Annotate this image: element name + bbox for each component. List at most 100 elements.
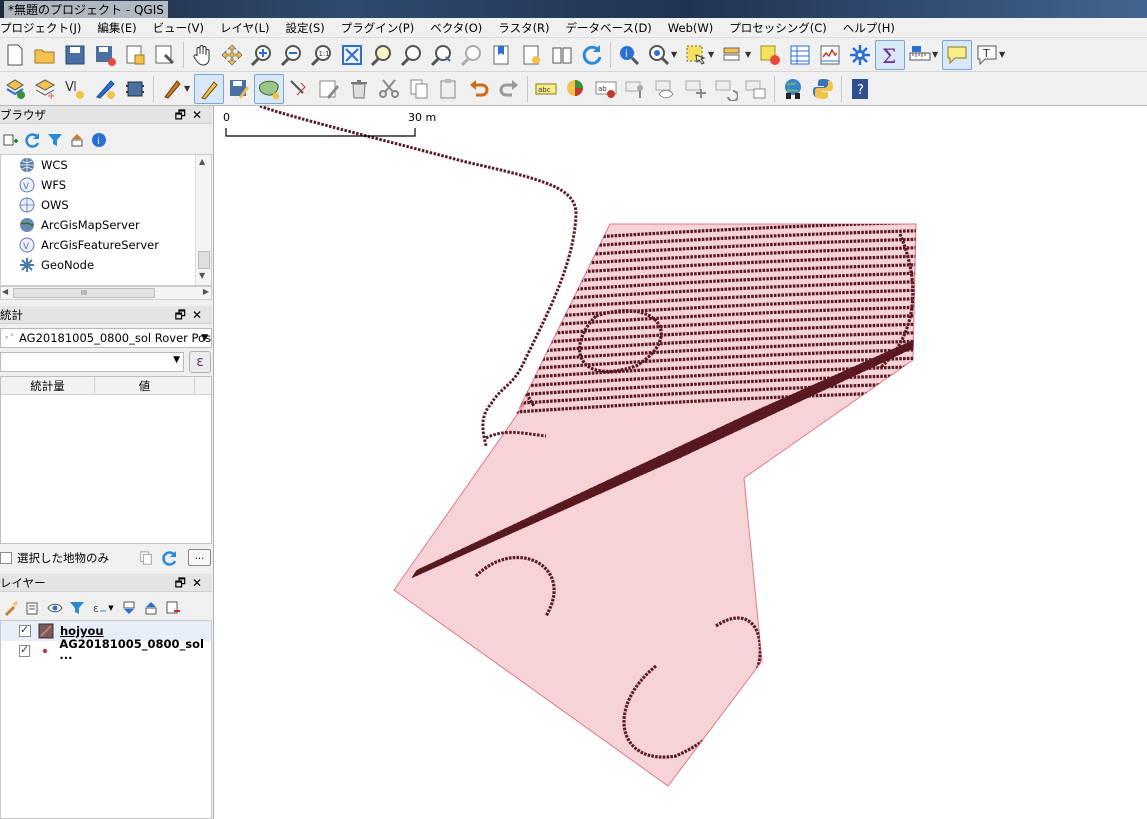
chevron-down-icon[interactable]: ▼	[201, 329, 208, 347]
zoom-native-icon[interactable]: 1:1	[307, 40, 337, 70]
filter-expression-icon[interactable]: ε ▼	[88, 597, 118, 619]
filter-legend-icon[interactable]	[66, 597, 88, 619]
collapse-all-icon[interactable]	[66, 129, 88, 151]
menu-settings[interactable]: 設定(S)	[278, 20, 333, 36]
undo-icon[interactable]	[464, 74, 494, 104]
list-item[interactable]: V WFS	[1, 175, 211, 195]
chevron-down-icon[interactable]: ▼	[999, 50, 1007, 59]
add-group-icon[interactable]	[22, 597, 44, 619]
menu-project[interactable]: プロジェクト(J)	[0, 20, 89, 36]
column-value[interactable]: 値	[95, 377, 195, 394]
new-project-icon[interactable]	[0, 40, 30, 70]
layout-manager-icon[interactable]	[150, 40, 180, 70]
field-calculator-icon[interactable]	[815, 40, 845, 70]
menu-edit[interactable]: 編集(E)	[89, 20, 144, 36]
help-icon[interactable]: ?	[845, 74, 875, 104]
chevron-down-icon[interactable]: ▼	[932, 50, 940, 59]
scroll-right-icon[interactable]: ▶	[203, 287, 209, 296]
chevron-down-icon[interactable]: ▼	[184, 84, 192, 93]
paste-features-icon[interactable]	[434, 74, 464, 104]
save-project-icon[interactable]	[60, 40, 90, 70]
float-panel-icon[interactable]: 🗗	[175, 308, 192, 322]
add-delimited-text-icon[interactable]: V	[60, 74, 90, 104]
add-selected-layers-icon[interactable]	[0, 129, 22, 151]
zoom-out-icon[interactable]	[277, 40, 307, 70]
pan-hand-icon[interactable]	[187, 40, 217, 70]
highlight-pinned-labels-icon[interactable]: ab	[591, 74, 621, 104]
identify-icon[interactable]: i	[614, 40, 644, 70]
menu-web[interactable]: Web(W)	[660, 21, 721, 35]
copy-icon[interactable]	[136, 549, 156, 567]
menu-processing[interactable]: プロセッシング(C)	[721, 20, 835, 36]
refresh-icon[interactable]	[577, 40, 607, 70]
change-label-icon[interactable]	[741, 74, 771, 104]
show-bookmarks-icon[interactable]	[517, 40, 547, 70]
expression-button[interactable]: ε	[189, 351, 211, 373]
text-annotation-icon[interactable]: T	[972, 40, 1002, 70]
cut-features-icon[interactable]	[374, 74, 404, 104]
remove-layer-icon[interactable]	[162, 597, 184, 619]
redo-icon[interactable]	[494, 74, 524, 104]
menu-view[interactable]: ビュー(V)	[145, 20, 212, 36]
statistics-sigma-icon[interactable]: Σ	[875, 39, 905, 70]
filter-icon[interactable]	[44, 129, 66, 151]
float-panel-icon[interactable]: 🗗	[175, 108, 192, 122]
scroll-down-icon[interactable]: ▼	[199, 271, 205, 280]
attribute-table-icon[interactable]	[785, 40, 815, 70]
layer-row-ag20181005[interactable]: AG20181005_0800_sol ···	[1, 637, 211, 665]
menu-help[interactable]: ヘルプ(H)	[835, 20, 903, 36]
float-panel-icon[interactable]: 🗗	[175, 576, 192, 590]
toolbox-gear-icon[interactable]	[845, 40, 875, 70]
browser-vertical-scrollbar[interactable]: ▲ ▼	[195, 155, 211, 285]
copy-features-icon[interactable]	[404, 74, 434, 104]
close-panel-icon[interactable]: ✕	[192, 308, 208, 322]
pan-to-selection-icon[interactable]	[217, 40, 247, 70]
label-toolbar-icon[interactable]: abc	[531, 74, 561, 104]
add-vector-layer-icon[interactable]: +	[30, 74, 60, 104]
list-item[interactable]: WCS	[1, 155, 211, 175]
more-options-button[interactable]: ...	[188, 549, 211, 566]
refresh-icon[interactable]	[22, 129, 44, 151]
select-features-icon[interactable]	[681, 40, 711, 70]
menu-raster[interactable]: ラスタ(R)	[490, 20, 557, 36]
collapse-all-icon[interactable]	[140, 597, 162, 619]
layer-tree[interactable]: hojyou AG20181005_0800_sol ···	[0, 620, 212, 819]
layer-visibility-checkbox[interactable]	[19, 643, 31, 657]
deselect-all-icon[interactable]	[755, 40, 785, 70]
open-project-icon[interactable]	[30, 40, 60, 70]
delete-selected-icon[interactable]	[344, 74, 374, 104]
pin-labels-icon[interactable]	[621, 74, 651, 104]
layer-visibility-checkbox[interactable]	[19, 623, 31, 637]
list-item[interactable]: GeoNode	[1, 255, 211, 275]
select-by-value-icon[interactable]	[718, 40, 748, 70]
scroll-thumb[interactable]	[198, 251, 210, 269]
statistics-field-select[interactable]: ▼	[0, 352, 184, 372]
statistics-layer-select[interactable]: ∘° AG20181005_0800_sol Rover Positi ▼	[0, 328, 212, 348]
list-item[interactable]: V ArcGisFeatureServer	[1, 235, 211, 255]
scroll-up-icon[interactable]: ▲	[199, 157, 205, 166]
map-tips-icon[interactable]	[942, 39, 972, 70]
scroll-left-icon[interactable]: ◀	[2, 287, 8, 296]
add-polygon-icon[interactable]	[254, 73, 284, 104]
close-panel-icon[interactable]: ✕	[192, 576, 208, 590]
zoom-full-icon[interactable]	[337, 40, 367, 70]
diagram-options-icon[interactable]	[561, 74, 591, 104]
map-canvas[interactable]: 0 30 m	[216, 106, 1147, 819]
digitize-icon[interactable]	[90, 74, 120, 104]
chevron-down-icon[interactable]: ▼	[708, 50, 716, 59]
menu-plugins[interactable]: プラグイン(P)	[333, 20, 422, 36]
python-console-icon[interactable]	[808, 74, 838, 104]
new-print-layout-icon[interactable]	[120, 40, 150, 70]
zoom-last-icon[interactable]	[427, 40, 457, 70]
zoom-to-layer-icon[interactable]	[397, 40, 427, 70]
current-edits-icon[interactable]	[157, 74, 187, 104]
properties-info-icon[interactable]: i	[88, 129, 110, 151]
bookmark-book-icon[interactable]	[547, 40, 577, 70]
move-label-icon[interactable]	[681, 74, 711, 104]
menu-database[interactable]: データベース(D)	[558, 20, 660, 36]
toggle-editing-pencil-icon[interactable]	[194, 73, 224, 104]
browser-horizontal-scrollbar[interactable]: ◀ III ▶	[0, 286, 212, 300]
menu-vector[interactable]: ベクタ(O)	[422, 20, 490, 36]
chevron-down-icon[interactable]: ▼	[671, 50, 679, 59]
vertex-tool-icon[interactable]	[284, 74, 314, 104]
